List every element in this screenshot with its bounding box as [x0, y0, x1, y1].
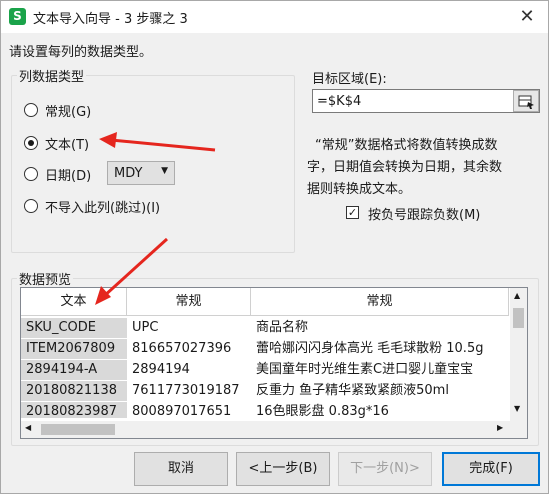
- annotation-arrows: [95, 132, 216, 305]
- annotation-arrowhead-1: [99, 132, 117, 148]
- annotation-arrow-to-text-option: [110, 138, 216, 152]
- annotation-arrowhead-2: [95, 286, 111, 305]
- annotation-arrow-to-column-header: [101, 237, 169, 299]
- text-import-wizard-dialog: S 文本导入向导 - 3 步骤之 3 ✕ 请设置每列的数据类型。 列数据类型 常…: [0, 0, 549, 494]
